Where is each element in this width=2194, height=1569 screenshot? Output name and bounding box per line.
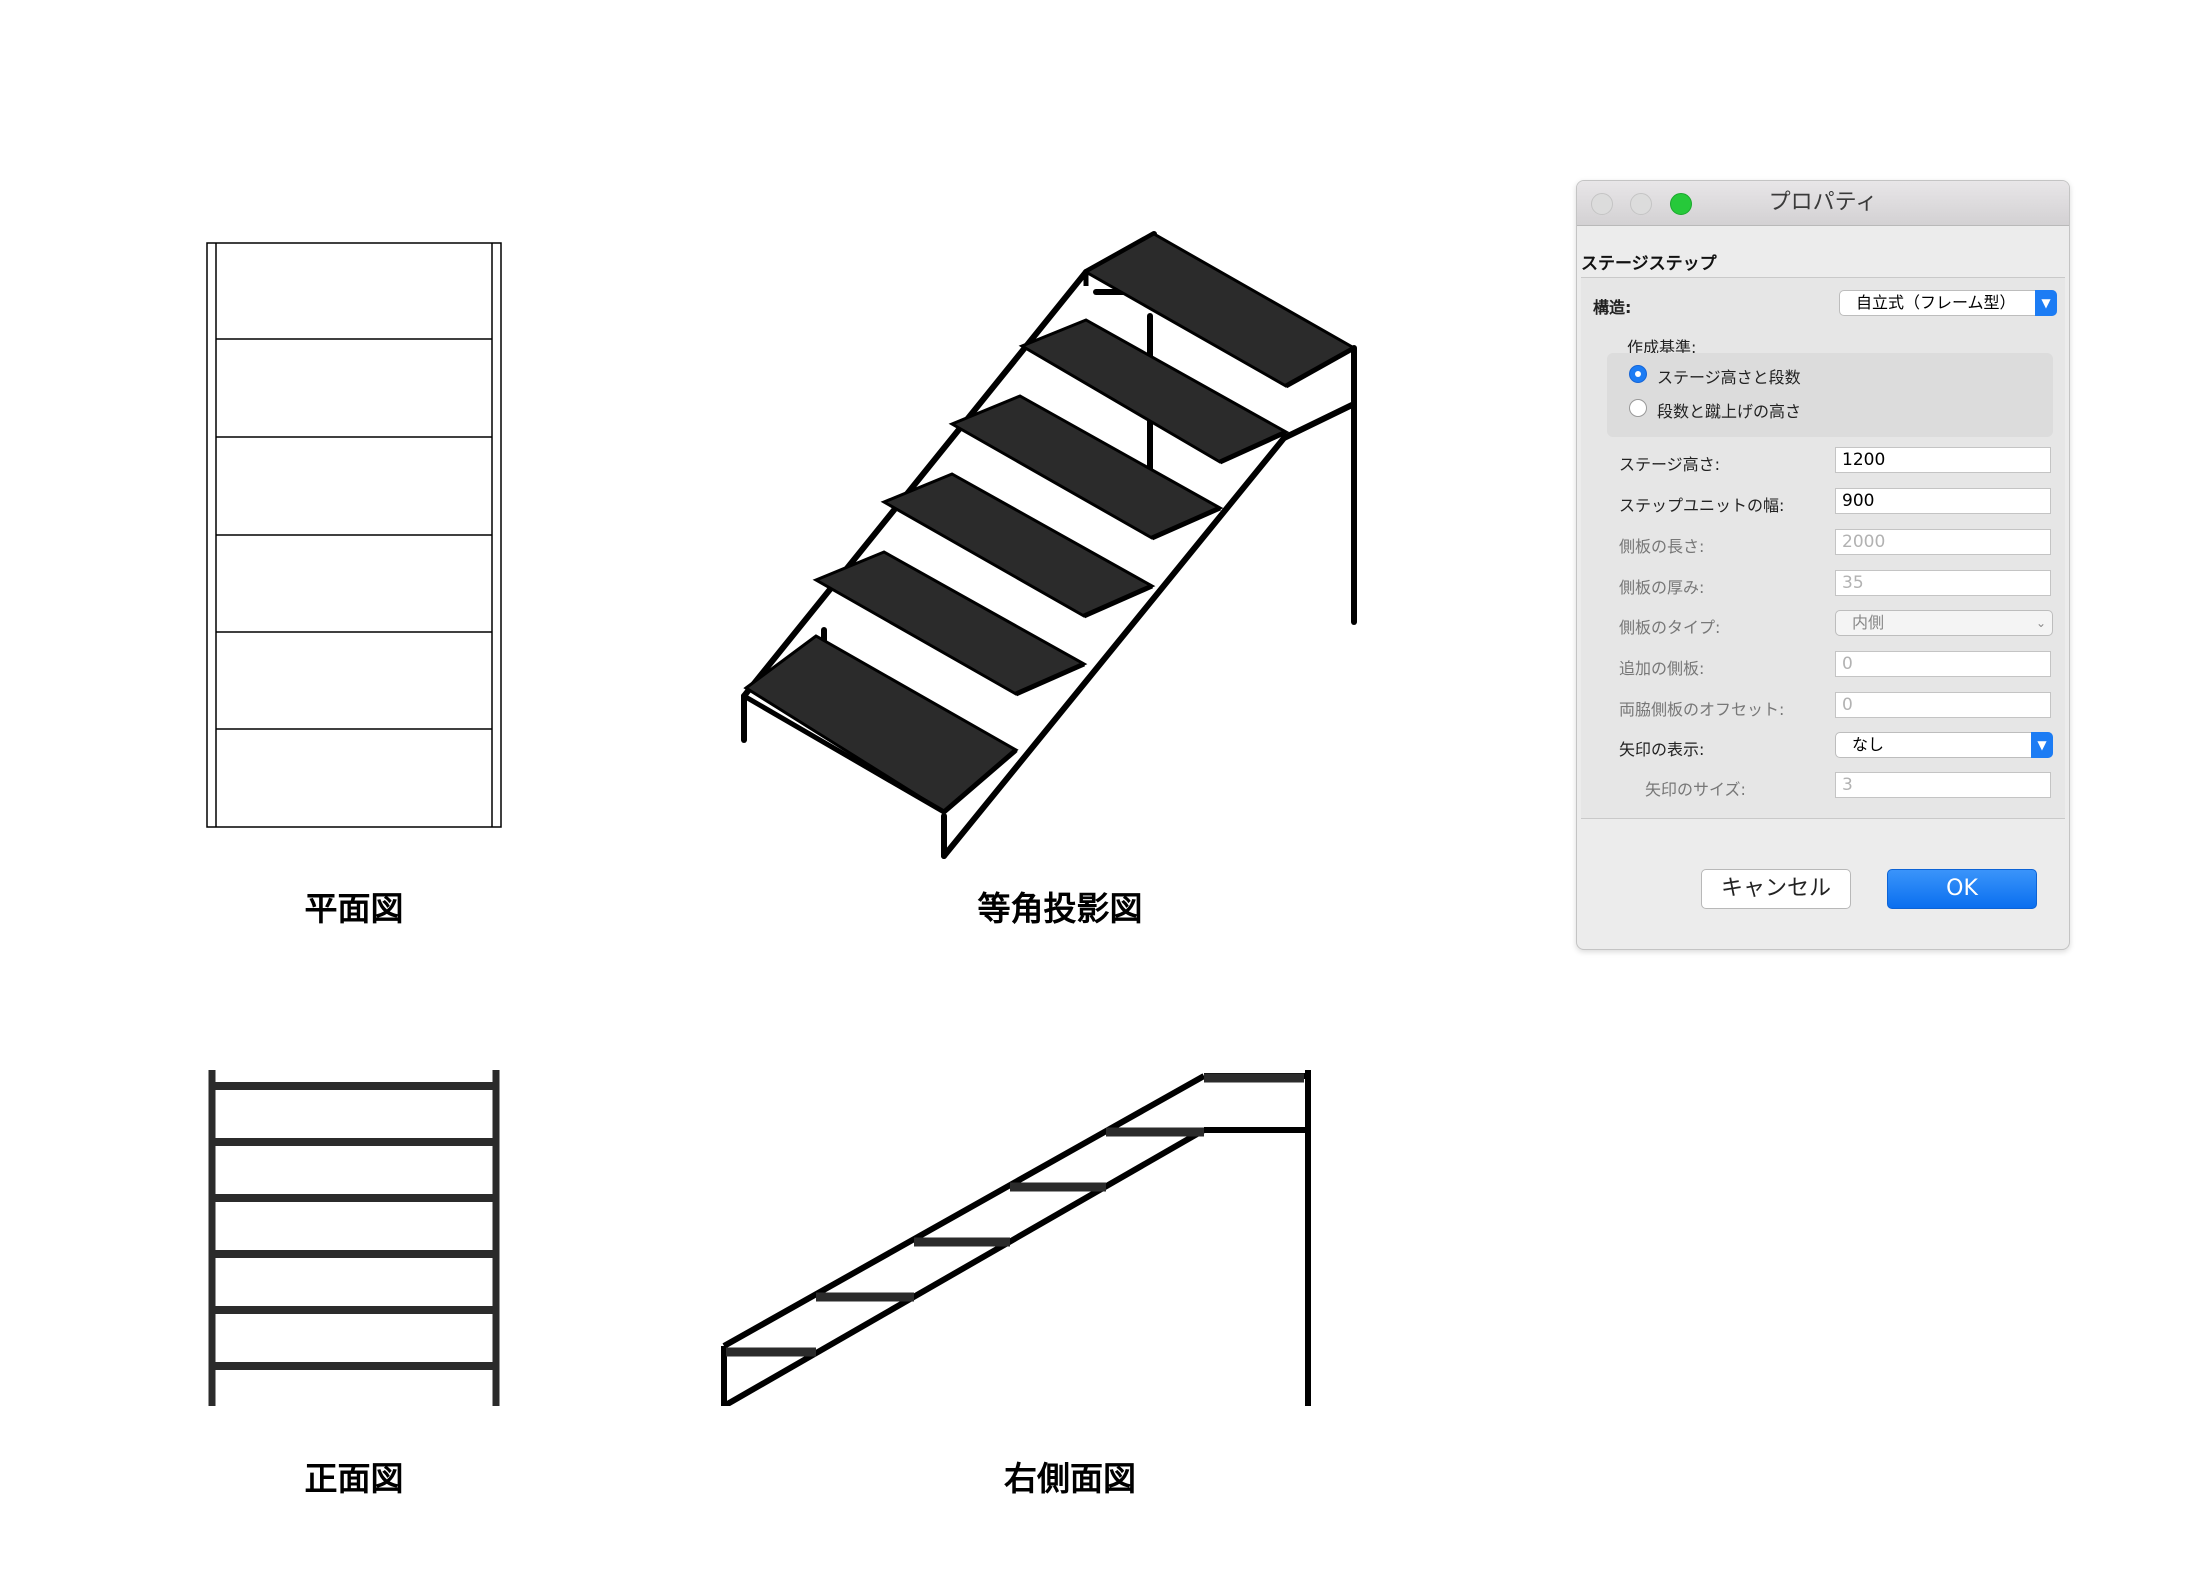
stage-height-label: ステージ高さ: [1619, 455, 1721, 474]
stage-height-field[interactable]: 1200 [1835, 447, 2051, 473]
dialog-titlebar[interactable]: プロパティ [1577, 181, 2069, 226]
side-board-type-select: 内側 ⌄ [1835, 610, 2053, 636]
front-view-caption: 正面図 [304, 1459, 404, 1498]
properties-dialog: プロパティ ステージステップ 構造: 自立式（フレーム型） ▼ 作成基準: ステ… [1576, 180, 2070, 950]
plan-view [206, 242, 502, 828]
creation-basis-group: ステージ高さと段数 段数と蹴上げの高さ [1607, 353, 2053, 437]
side-board-offset-field: 0 [1835, 692, 2051, 718]
arrow-size-label: 矢印のサイズ: [1645, 780, 1746, 799]
side-board-length-label: 側板の長さ: [1619, 537, 1705, 556]
section-title: ステージステップ [1581, 254, 1717, 274]
isometric-view-caption: 等角投影図 [977, 889, 1143, 928]
side-board-length-field: 2000 [1835, 529, 2051, 555]
arrow-display-select[interactable]: なし ▼ [1835, 732, 2053, 758]
radio-label-steps-riser-height: 段数と蹴上げの高さ [1657, 402, 1802, 421]
structure-select[interactable]: 自立式（フレーム型） ▼ [1839, 290, 2057, 316]
arrow-display-value: なし [1852, 735, 1885, 754]
structure-label: 構造: [1593, 298, 1632, 317]
structure-value: 自立式（フレーム型） [1856, 293, 2016, 312]
cancel-button[interactable]: キャンセル [1701, 869, 1851, 909]
chevron-down-icon: ▼ [2035, 290, 2057, 316]
radio-stage-height-steps[interactable] [1629, 365, 1647, 383]
additional-side-board-label: 追加の側板: [1619, 659, 1705, 678]
right-side-view-caption: 右側面図 [1004, 1459, 1136, 1498]
side-board-type-label: 側板のタイプ: [1619, 618, 1721, 637]
arrow-display-label: 矢印の表示: [1619, 740, 1705, 759]
side-board-offset-label: 両脇側板のオフセット: [1619, 700, 1785, 719]
isometric-view [741, 231, 1358, 859]
arrow-size-field: 3 [1835, 772, 2051, 798]
ok-button[interactable]: OK [1887, 869, 2037, 909]
dialog-title: プロパティ [1768, 190, 1878, 215]
step-unit-width-label: ステップユニットの幅: [1619, 496, 1785, 515]
right-side-view [721, 1070, 1311, 1406]
chevron-down-icon: ▼ [2031, 732, 2053, 758]
step-unit-width-field[interactable]: 900 [1835, 488, 2051, 514]
side-board-thickness-field: 35 [1835, 570, 2051, 596]
chevron-down-icon: ⌄ [2035, 616, 2046, 630]
side-board-type-value: 内側 [1852, 613, 1885, 632]
radio-label-stage-height-steps: ステージ高さと段数 [1657, 368, 1801, 387]
front-view [208, 1070, 500, 1406]
radio-steps-riser-height[interactable] [1629, 399, 1647, 417]
additional-side-board-field: 0 [1835, 651, 2051, 677]
plan-view-caption: 平面図 [304, 889, 404, 928]
side-board-thickness-label: 側板の厚み: [1619, 578, 1705, 597]
